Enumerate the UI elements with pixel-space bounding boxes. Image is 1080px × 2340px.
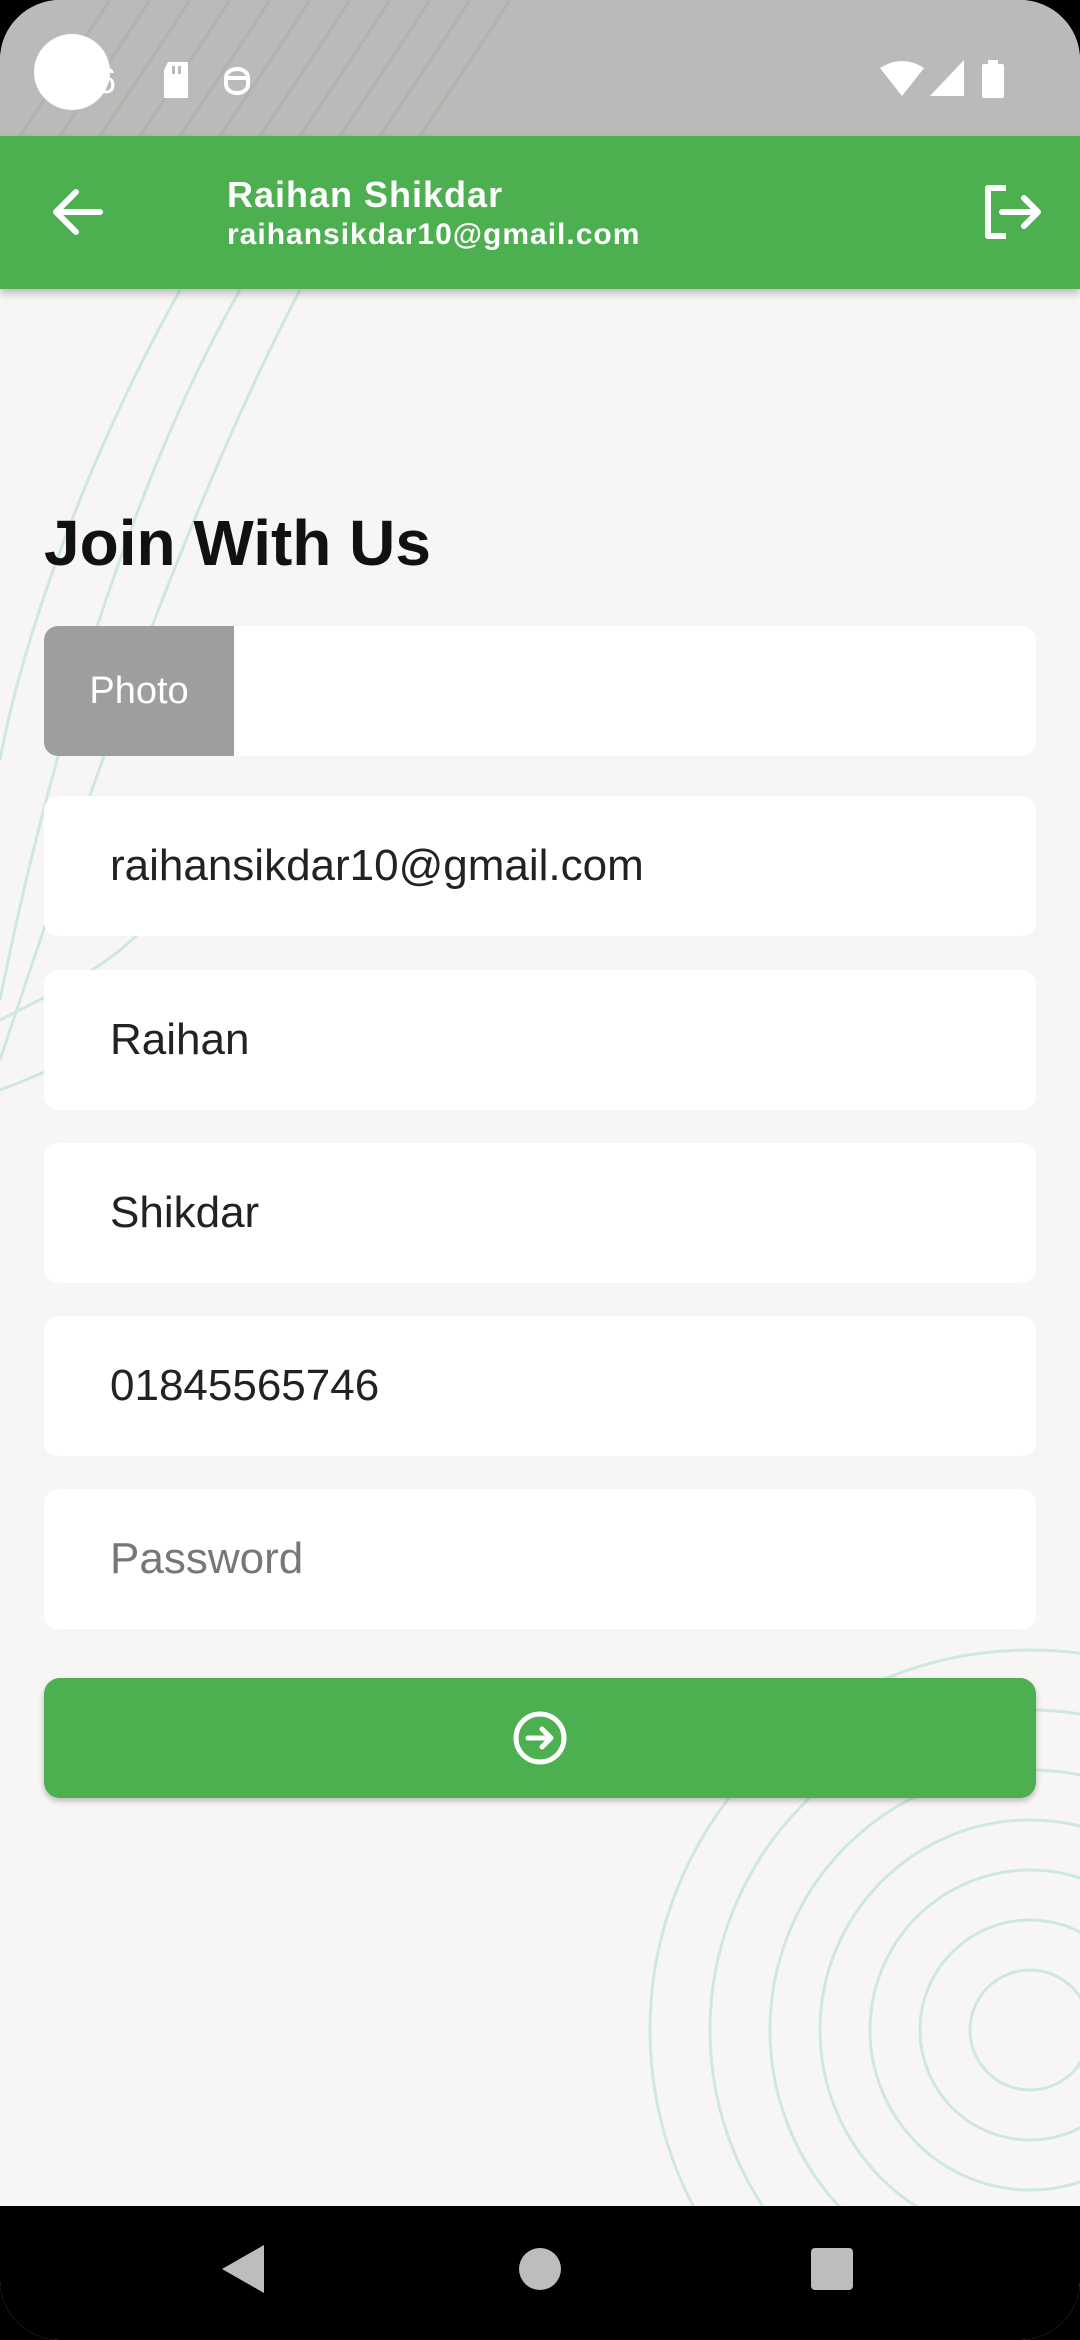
last-name-value: Shikdar [110,1188,260,1237]
password-field[interactable]: Password [44,1489,1036,1629]
status-bar: 6 [0,0,1080,136]
logout-icon[interactable] [980,180,1044,244]
user-name: Raihan Shikdar [227,174,504,215]
navigation-bar [0,2206,1080,2340]
wifi-icon [880,61,924,96]
signal-icon [930,60,964,96]
photo-button[interactable]: Photo [44,626,234,756]
last-name-field[interactable]: Shikdar [44,1143,1036,1283]
first-name-value: Raihan [110,1015,250,1064]
email-value: raihansikdar10@gmail.com [110,841,644,890]
email-field[interactable]: raihansikdar10@gmail.com [44,796,1036,936]
phone-screen: 6 Raihan Shikdar raihansikdar10@gmail.co… [0,0,1080,2340]
phone-value: 01845565746 [110,1361,380,1410]
status-time: 6 [96,60,117,101]
sd-card-icon [164,62,188,98]
face-icon [224,67,250,95]
first-name-field[interactable]: Raihan [44,970,1036,1110]
arrow-circle-right-icon [513,1711,567,1765]
battery-icon [982,60,1004,98]
submit-button[interactable] [44,1678,1036,1798]
home-circle-icon[interactable] [518,2243,562,2295]
phone-field[interactable]: 01845565746 [44,1316,1036,1456]
password-placeholder: Password [110,1534,304,1583]
back-triangle-icon[interactable] [220,2243,266,2295]
page-title: Join With Us [44,507,431,579]
user-email: raihansikdar10@gmail.com [227,218,641,251]
app-bar: Raihan Shikdar raihansikdar10@gmail.com [0,136,1080,289]
arrow-left-icon[interactable] [46,180,110,244]
recents-square-icon[interactable] [810,2243,854,2295]
photo-picker-field[interactable]: Photo [44,626,1036,756]
